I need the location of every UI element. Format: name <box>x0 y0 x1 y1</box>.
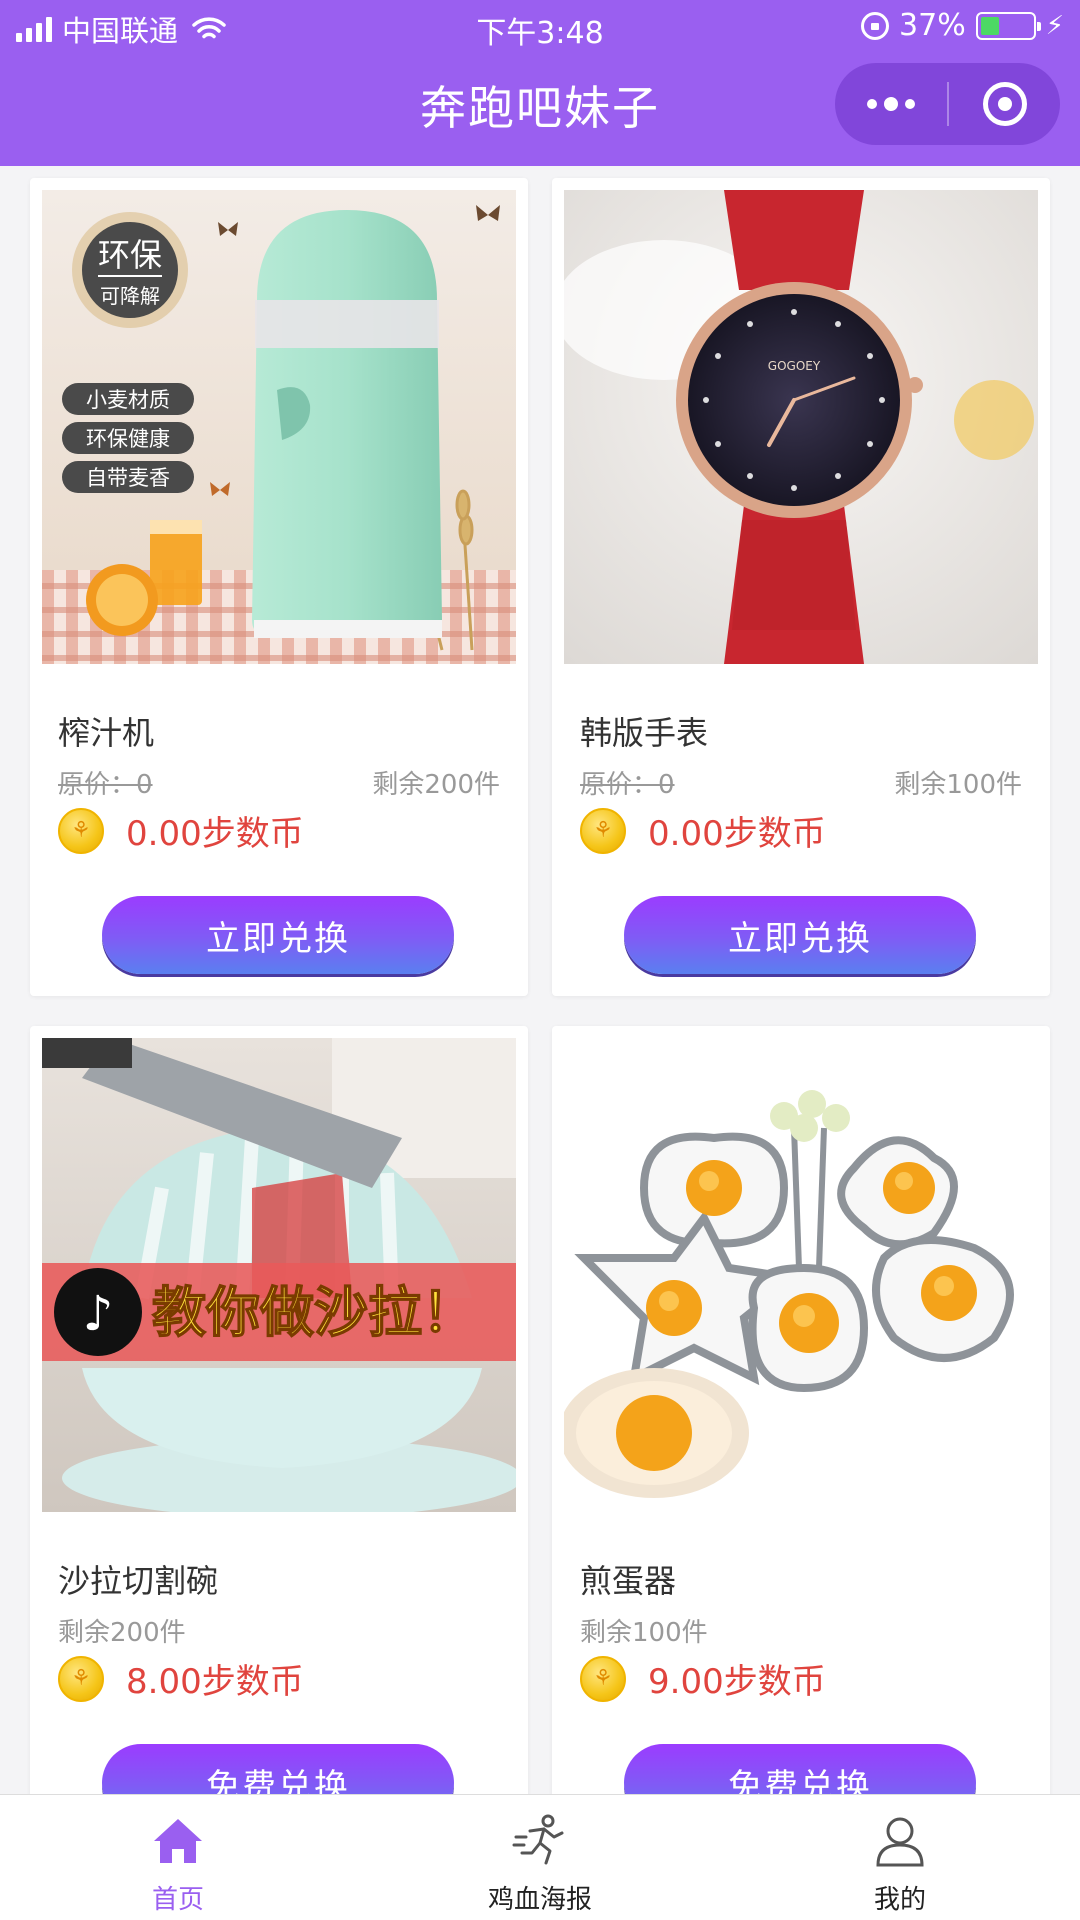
charging-icon: ⚡ <box>1045 10 1064 41</box>
product-grid: 环保 可降解 小麦材质 环保健康 自带麦香 榨汁机 原价：0 剩余200件 ⚘ … <box>0 166 1080 1794</box>
product-card[interactable]: 煎蛋器 剩余100件 ⚘ 9.00步数币 免费兑换 <box>552 1026 1050 1794</box>
tag-3-text: 自带麦香 <box>86 466 170 490</box>
exchange-button[interactable]: 免费兑换 <box>624 1744 976 1794</box>
step-coin-icon: ⚘ <box>58 807 104 854</box>
tab-label-mine: 我的 <box>873 1885 926 1915</box>
product-name: 榨汁机 <box>58 714 155 752</box>
svg-text:♪: ♪ <box>83 1286 114 1342</box>
badge-sub-text: 可降解 <box>100 284 160 308</box>
user-icon <box>876 1817 924 1867</box>
home-icon <box>154 1819 202 1863</box>
tab-mine[interactable]: 我的 <box>800 1795 1000 1920</box>
price-row: ⚘ 9.00步数币 <box>580 1654 826 1703</box>
tab-label-home: 首页 <box>151 1885 204 1915</box>
exchange-button[interactable]: 立即兑换 <box>102 896 454 974</box>
stock-count: 剩余200件 <box>372 770 500 800</box>
price-row: ⚘ 8.00步数币 <box>58 1654 304 1703</box>
product-price: 0.00步数币 <box>126 814 304 854</box>
product-name: 韩版手表 <box>580 714 709 752</box>
tab-label-poster: 鸡血海报 <box>487 1885 592 1915</box>
battery-fill <box>980 16 1000 35</box>
more-dots-icon[interactable] <box>835 63 947 145</box>
stock-count: 剩余100件 <box>580 1618 708 1648</box>
exchange-button[interactable]: 免费兑换 <box>102 1744 454 1794</box>
tab-home[interactable]: 首页 <box>78 1795 278 1920</box>
watch-brand-text: GOGOEY <box>768 359 821 373</box>
battery-icon <box>975 11 1041 40</box>
price-row: ⚘ 0.00步数币 <box>580 806 826 855</box>
target-icon[interactable] <box>949 63 1060 145</box>
original-price: 原价：0 <box>58 770 153 800</box>
exchange-button[interactable]: 立即兑换 <box>624 896 976 974</box>
status-bar: 中国联通 下午3:48 37% ⚡ <box>0 0 1080 54</box>
mini-program-capsule <box>835 63 1060 145</box>
product-name: 煎蛋器 <box>580 1562 677 1600</box>
price-row: ⚘ 0.00步数币 <box>58 806 304 855</box>
app-header: 中国联通 下午3:48 37% ⚡ 奔跑吧妹子 <box>0 0 1080 166</box>
bottom-tab-bar: 首页 鸡血海报 我的 <box>0 1794 1080 1920</box>
product-image-juicer[interactable]: 环保 可降解 小麦材质 环保健康 自带麦香 <box>42 190 516 664</box>
product-card[interactable]: GOGOEY 韩版手表 原价：0 剩余100件 ⚘ 0.00步数币 立即兑换 <box>552 178 1050 996</box>
product-price: 8.00步数币 <box>126 1662 304 1702</box>
stock-count: 剩余100件 <box>894 770 1022 800</box>
runner-icon <box>512 1814 564 1865</box>
status-right: 37% ⚡ <box>861 8 1064 43</box>
product-image-salad-bowl[interactable]: ♪ 教你做沙拉！ <box>42 1038 516 1512</box>
badge-main-text: 环保 <box>98 236 162 274</box>
rotation-lock-icon <box>861 11 890 40</box>
salad-banner-text: 教你做沙拉！ <box>152 1281 476 1344</box>
tag-2-text: 环保健康 <box>86 427 170 451</box>
step-coin-icon: ⚘ <box>58 1655 104 1702</box>
tab-poster[interactable]: 鸡血海报 <box>440 1795 640 1920</box>
tag-1-text: 小麦材质 <box>86 388 170 412</box>
product-price: 0.00步数币 <box>648 814 826 854</box>
product-image-egg-mold[interactable] <box>564 1038 1038 1512</box>
product-price: 9.00步数币 <box>648 1662 826 1702</box>
product-card[interactable]: 环保 可降解 小麦材质 环保健康 自带麦香 榨汁机 原价：0 剩余200件 ⚘ … <box>30 178 528 996</box>
battery-percent: 37% <box>899 8 966 43</box>
original-price: 原价：0 <box>580 770 675 800</box>
stock-count: 剩余200件 <box>58 1618 186 1648</box>
step-coin-icon: ⚘ <box>580 807 626 854</box>
product-image-watch[interactable]: GOGOEY <box>564 190 1038 664</box>
product-name: 沙拉切割碗 <box>58 1562 219 1600</box>
product-card[interactable]: ♪ 教你做沙拉！ 沙拉切割碗 剩余200件 ⚘ 8.00步数币 免费兑换 <box>30 1026 528 1794</box>
step-coin-icon: ⚘ <box>580 1655 626 1702</box>
